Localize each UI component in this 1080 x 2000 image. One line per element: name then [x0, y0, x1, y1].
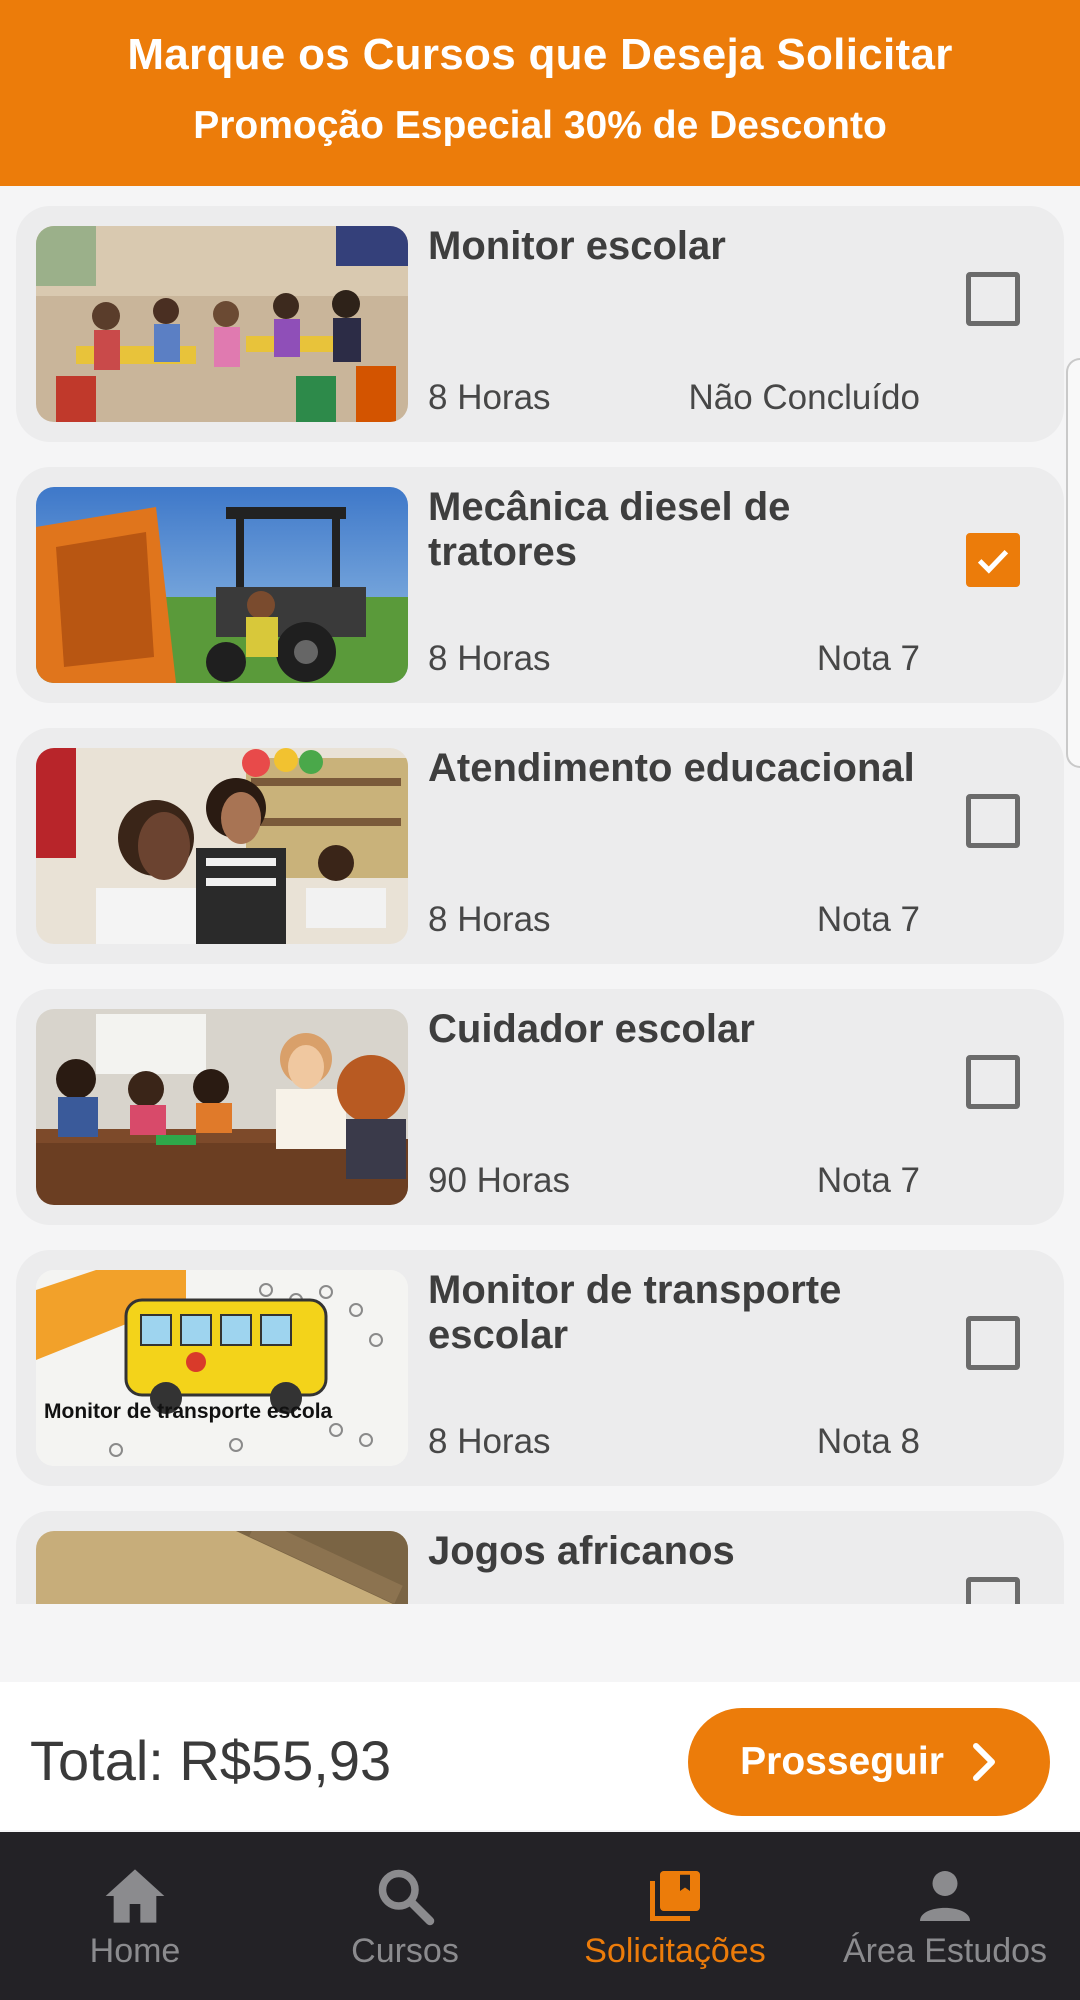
thumbnail-caption: Monitor de transporte escola — [44, 1400, 333, 1423]
chevron-right-icon — [972, 1743, 995, 1781]
course-thumbnail — [36, 1009, 408, 1205]
page-title: Marque os Cursos que Deseja Solicitar — [127, 30, 953, 79]
course-card[interactable]: Cuidador escolar 90 Horas Nota 7 — [16, 989, 1064, 1225]
proceed-button-label: Prosseguir — [740, 1740, 944, 1783]
total-bar: Total: R$55,93 Prosseguir — [0, 1682, 1080, 1830]
course-card[interactable]: Monitor de transporte escola Monitor de … — [16, 1250, 1064, 1486]
course-card[interactable]: Mecânica diesel de tratores 8 Horas Nota… — [16, 467, 1064, 703]
library-books-icon — [650, 1871, 700, 1921]
course-thumbnail — [36, 487, 408, 683]
course-list[interactable]: Monitor escolar 8 Horas Não Concluído Me… — [0, 186, 1080, 1604]
promo-header: Marque os Cursos que Deseja Solicitar Pr… — [0, 0, 1080, 186]
course-title: Atendimento educacional — [428, 746, 915, 790]
course-select-checkbox[interactable] — [966, 1316, 1020, 1370]
nav-label: Área Estudos — [842, 1932, 1048, 1970]
person-icon — [920, 1871, 970, 1921]
course-hours: 8 Horas — [428, 378, 551, 417]
check-icon — [977, 549, 1009, 574]
nav-item-home[interactable]: Home — [0, 1832, 270, 2000]
course-thumbnail — [36, 1531, 408, 1604]
nav-label: Home — [89, 1932, 181, 1970]
course-title: Jogos africanos — [428, 1529, 735, 1573]
course-card[interactable]: Atendimento educacional 8 Horas Nota 7 — [16, 728, 1064, 964]
course-thumbnail — [36, 226, 408, 422]
course-select-checkbox[interactable] — [966, 794, 1020, 848]
nav-item-solicitacoes[interactable]: Solicitações — [540, 1832, 810, 2000]
nav-label: Cursos — [351, 1932, 459, 1970]
search-icon — [378, 1869, 435, 1926]
course-card[interactable]: Jogos africanos — [16, 1511, 1064, 1604]
course-title: Mecânica diesel de tratores — [428, 485, 791, 574]
course-thumbnail — [36, 748, 408, 944]
nav-item-cursos[interactable]: Cursos — [270, 1832, 540, 2000]
scroll-indicator[interactable] — [1066, 358, 1080, 768]
bottom-navigation: Home Cursos Solicitações Área Estudos — [0, 1832, 1080, 2000]
course-card[interactable]: Monitor escolar 8 Horas Não Concluído — [16, 206, 1064, 442]
nav-label: Solicitações — [584, 1932, 766, 1970]
total-price: Total: R$55,93 — [30, 1729, 392, 1792]
promo-subtitle: Promoção Especial 30% de Desconto — [193, 104, 887, 147]
course-status: Nota 7 — [816, 1161, 920, 1200]
course-select-checkbox[interactable] — [966, 272, 1020, 326]
course-select-checkbox[interactable] — [966, 1055, 1020, 1109]
course-title: Monitor de transporte escolar — [428, 1268, 842, 1357]
course-hours: 8 Horas — [428, 639, 551, 678]
course-status: Nota 8 — [816, 1422, 920, 1461]
course-select-checkbox[interactable] — [966, 533, 1020, 587]
course-hours: 8 Horas — [428, 900, 551, 939]
nav-item-area-estudos[interactable]: Área Estudos — [810, 1832, 1080, 2000]
course-status: Nota 7 — [816, 639, 920, 678]
course-title: Cuidador escolar — [428, 1007, 755, 1051]
course-hours: 8 Horas — [428, 1422, 551, 1461]
home-icon — [105, 1869, 165, 1923]
course-select-checkbox[interactable] — [966, 1577, 1020, 1604]
proceed-button[interactable]: Prosseguir — [688, 1708, 1050, 1816]
course-thumbnail: Monitor de transporte escola — [36, 1270, 408, 1466]
course-status: Nota 7 — [816, 900, 920, 939]
course-hours: 90 Horas — [428, 1161, 571, 1200]
app-screen: Marque os Cursos que Deseja Solicitar Pr… — [0, 0, 1080, 2000]
course-status: Não Concluído — [688, 378, 920, 417]
course-title: Monitor escolar — [428, 224, 726, 268]
